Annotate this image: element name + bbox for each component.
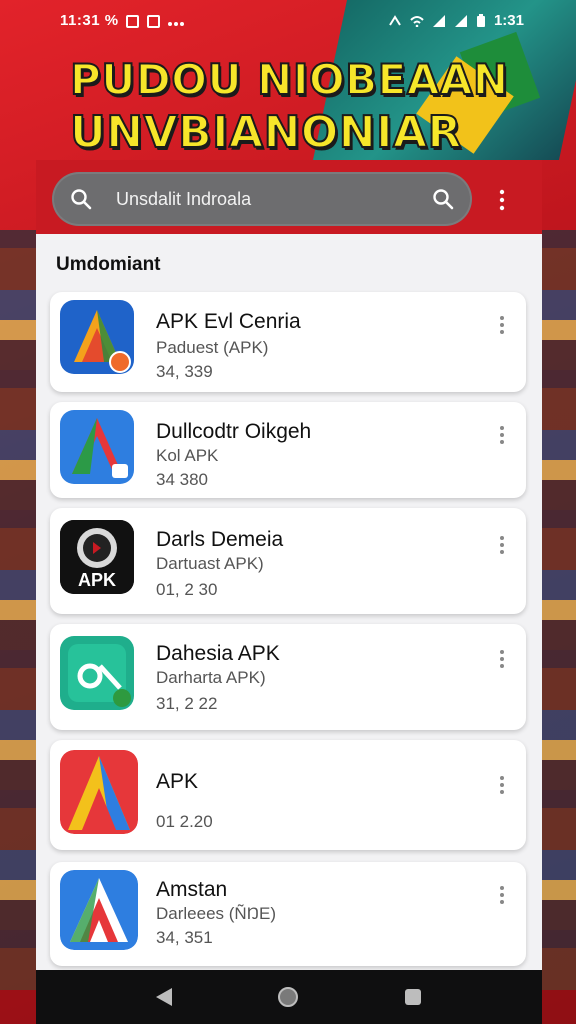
- list-item[interactable]: APK Darls Demeia Dartuast APK) 01, 2 30: [50, 508, 526, 614]
- navigation-bar: [36, 970, 542, 1024]
- app-title: APK Evl Cenria: [156, 310, 301, 333]
- notification-icons: [126, 13, 186, 30]
- status-clock: 1:31: [493, 12, 524, 29]
- more-options-icon[interactable]: [498, 536, 506, 556]
- list-item[interactable]: APK Evl Cenria Paduest (APK) 34, 339: [50, 292, 526, 392]
- search-bar[interactable]: Unsdalit Indroala: [52, 172, 472, 226]
- home-icon[interactable]: [278, 987, 298, 1007]
- battery-icon: [476, 13, 485, 27]
- app-subtitle: Darharta APK): [156, 668, 266, 687]
- status-bar: 11:31 % 1:31: [36, 0, 542, 44]
- more-options-icon[interactable]: [498, 886, 506, 906]
- app-list-panel: Umdomiant APK Evl Cenria Paduest (APK) 3…: [36, 234, 542, 970]
- status-time: 11:31 %: [60, 12, 119, 29]
- app-title: Darls Demeia: [156, 528, 284, 551]
- app-title: APK: [156, 770, 199, 793]
- app-icon-a-blue-green: [60, 410, 134, 484]
- more-options-icon[interactable]: [498, 776, 506, 796]
- section-title: Umdomiant: [56, 254, 161, 275]
- data-transfer-icon: [389, 14, 401, 26]
- app-subtitle: Dartuast APK): [156, 554, 264, 573]
- status-indicators: 1:31: [388, 12, 524, 29]
- search-input[interactable]: Unsdalit Indroala: [116, 189, 251, 210]
- app-meta: 31, 2 22: [156, 694, 218, 713]
- search-submit-icon[interactable]: [432, 188, 454, 210]
- app-meta: 34, 351: [156, 928, 213, 947]
- more-notifications-icon: [168, 13, 186, 30]
- app-subtitle: Kol APK: [156, 446, 219, 465]
- app-meta: 34, 339: [156, 362, 213, 381]
- more-options-icon[interactable]: [498, 426, 506, 446]
- headline-line-1: PUDOU NIOBEAAN: [69, 54, 509, 105]
- wifi-icon: [410, 15, 424, 27]
- signal-icon: [454, 14, 467, 27]
- list-item[interactable]: Dahesia APK Darharta APK) 31, 2 22: [50, 624, 526, 730]
- app-meta: 01, 2 30: [156, 580, 218, 599]
- svg-text:APK: APK: [78, 570, 116, 590]
- phone-screen: 11:31 % 1:31 PUDOU NIOBEAAN UNVBIANONIAR…: [36, 0, 542, 1024]
- app-icon-a-multicolor: [60, 750, 138, 834]
- app-icon-a-red: [60, 870, 138, 950]
- app-title: Dullcodtr Oikgeh: [156, 420, 312, 443]
- list-item[interactable]: Dullcodtr Oikgeh Kol APK 34 380: [50, 402, 526, 498]
- list-item[interactable]: APK 01 2.20: [50, 740, 526, 850]
- back-icon[interactable]: [156, 988, 172, 1006]
- search-icon[interactable]: [70, 188, 92, 210]
- app-meta: 34 380: [156, 470, 208, 489]
- app-title: Amstan: [156, 878, 228, 901]
- list-item[interactable]: Amstan Darleees (ÑŊE) 34, 351: [50, 862, 526, 966]
- app-title: Dahesia APK: [156, 642, 280, 665]
- app-icon-apk-dark: APK: [60, 520, 134, 594]
- headline-line-2: UNVBIANONIAR: [69, 106, 462, 159]
- more-options-icon[interactable]: [498, 316, 506, 336]
- notification-app-icon: [147, 15, 160, 28]
- more-options-icon[interactable]: [498, 650, 506, 670]
- notification-app-icon: [126, 15, 139, 28]
- app-subtitle: Darleees (ÑŊE): [156, 904, 276, 923]
- signal-icon: [432, 14, 445, 27]
- app-subtitle: Paduest (APK): [156, 338, 269, 357]
- recent-apps-icon[interactable]: [405, 989, 421, 1005]
- app-icon-a-blue-orange: [60, 300, 134, 374]
- overflow-menu-icon[interactable]: [492, 186, 512, 214]
- promo-headline: PUDOU NIOBEAAN UNVBIANONIAR: [69, 54, 560, 160]
- app-icon-teal: [60, 636, 134, 710]
- app-meta: 01 2.20: [156, 812, 213, 831]
